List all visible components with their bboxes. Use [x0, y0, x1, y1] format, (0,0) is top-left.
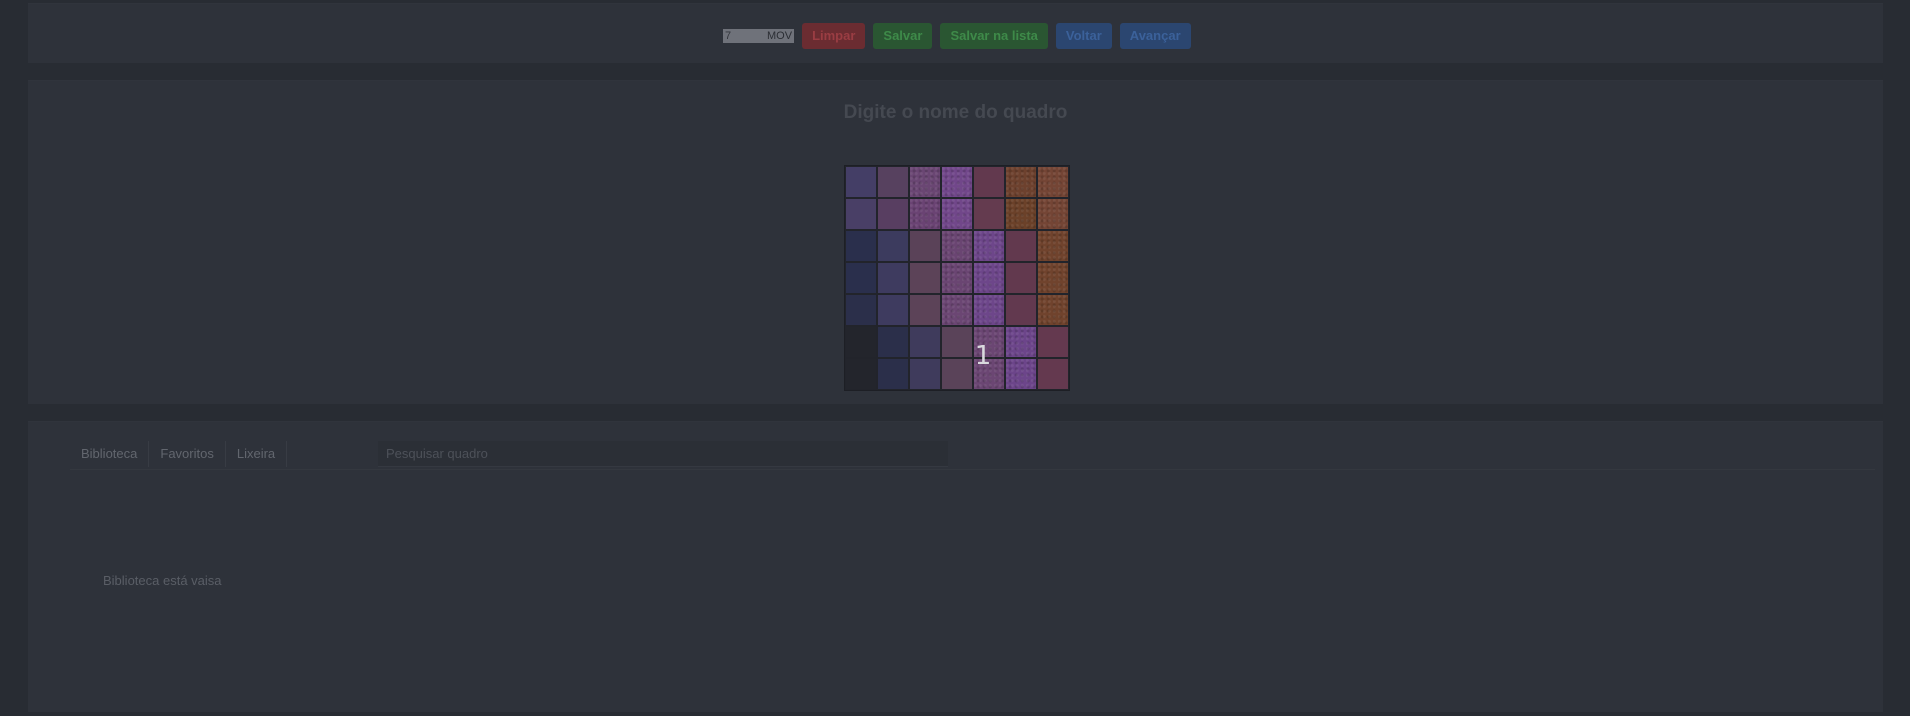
grid-cell[interactable]	[1005, 230, 1037, 262]
grid-cell[interactable]	[973, 166, 1005, 198]
save-button[interactable]: Salvar	[873, 23, 933, 49]
grid-cell[interactable]	[941, 294, 973, 326]
grid-cell[interactable]	[1037, 326, 1069, 358]
grid-cell[interactable]	[1037, 166, 1069, 198]
grid-cell[interactable]	[877, 358, 909, 390]
grid-cell[interactable]	[909, 326, 941, 358]
grid-cell[interactable]	[845, 198, 877, 230]
toolbar: MOV Limpar Salvar Salvar na lista Voltar…	[723, 22, 1191, 50]
clear-button[interactable]: Limpar	[802, 23, 866, 49]
grid-cell[interactable]	[1037, 198, 1069, 230]
grid-cell[interactable]	[1005, 294, 1037, 326]
back-button[interactable]: Voltar	[1055, 23, 1112, 49]
grid-cell[interactable]	[1005, 166, 1037, 198]
editor-panel: Digite o nome do quadro 1	[28, 80, 1883, 404]
grid-cell[interactable]	[877, 198, 909, 230]
grid-cell[interactable]	[909, 294, 941, 326]
forward-button[interactable]: Avançar	[1119, 23, 1191, 49]
grid-cell[interactable]	[941, 166, 973, 198]
frame-grid	[844, 165, 1070, 391]
grid-cell[interactable]	[973, 294, 1005, 326]
board-title-input[interactable]: Digite o nome do quadro	[28, 102, 1883, 124]
grid-cell[interactable]	[877, 326, 909, 358]
grid-cell[interactable]	[845, 230, 877, 262]
grid-cell[interactable]	[973, 198, 1005, 230]
grid-cell[interactable]	[1005, 262, 1037, 294]
library-panel: Biblioteca Favoritos Lixeira Biblioteca …	[28, 421, 1883, 712]
grid-cell[interactable]	[909, 262, 941, 294]
search-board-input[interactable]	[378, 441, 948, 467]
grid-cell[interactable]	[877, 294, 909, 326]
grid-cell[interactable]	[941, 230, 973, 262]
grid-cell[interactable]	[909, 358, 941, 390]
grid-cell[interactable]	[1005, 326, 1037, 358]
frame-number: 1	[974, 341, 992, 371]
grid-cell[interactable]	[845, 166, 877, 198]
grid-cell[interactable]	[973, 230, 1005, 262]
toolbar-panel: MOV Limpar Salvar Salvar na lista Voltar…	[28, 3, 1883, 63]
grid-cell[interactable]	[845, 294, 877, 326]
empty-library-message: Biblioteca está vaisa	[103, 573, 222, 588]
grid-cell[interactable]	[909, 230, 941, 262]
grid-cell[interactable]	[941, 198, 973, 230]
grid-cell[interactable]	[845, 326, 877, 358]
movement-count-input[interactable]	[723, 29, 765, 43]
grid-cell[interactable]	[1037, 230, 1069, 262]
grid-cell[interactable]	[845, 262, 877, 294]
grid-cell[interactable]	[1037, 294, 1069, 326]
divider	[70, 469, 1875, 470]
tab-favorites[interactable]: Favoritos	[149, 441, 226, 467]
grid-cell[interactable]	[877, 230, 909, 262]
grid-cell[interactable]	[877, 262, 909, 294]
tab-trash[interactable]: Lixeira	[226, 441, 288, 467]
grid-cell[interactable]	[1037, 262, 1069, 294]
grid-cell[interactable]	[973, 262, 1005, 294]
mov-label: MOV	[765, 29, 795, 43]
library-tabs: Biblioteca Favoritos Lixeira	[70, 441, 288, 467]
grid-cell[interactable]	[1005, 198, 1037, 230]
grid-cell[interactable]	[909, 198, 941, 230]
grid-cell[interactable]	[1037, 358, 1069, 390]
grid-cell[interactable]	[1005, 358, 1037, 390]
save-to-list-button[interactable]: Salvar na lista	[940, 23, 1048, 49]
grid-cell[interactable]	[845, 358, 877, 390]
grid-cell[interactable]	[877, 166, 909, 198]
grid-cell[interactable]	[941, 262, 973, 294]
tab-library[interactable]: Biblioteca	[70, 441, 150, 467]
grid-cell[interactable]	[909, 166, 941, 198]
